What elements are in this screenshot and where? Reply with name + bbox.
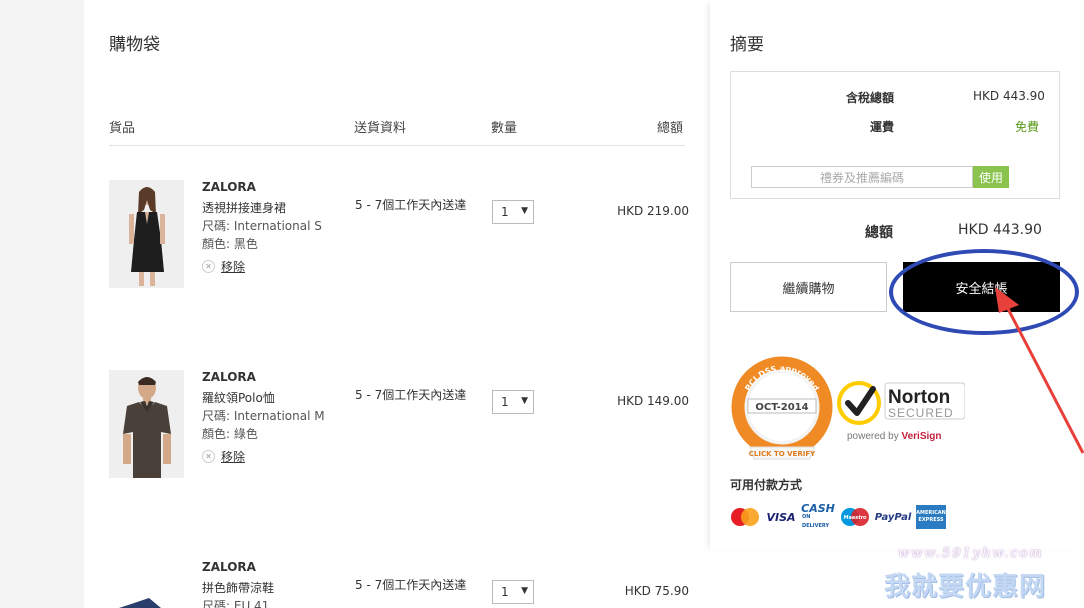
- norton-secured-text: SECURED: [888, 406, 954, 420]
- continue-shopping-button[interactable]: 繼續購物: [730, 262, 887, 312]
- summary-title: 摘要: [730, 35, 764, 55]
- quantity-value: 1: [501, 585, 509, 599]
- order-summary: 摘要 含稅總額 HKD 443.90 運費 免費 禮券及推薦編碼 使用 總額 H…: [710, 0, 1084, 550]
- delivery-info: 5 - 7個工作天內送達: [355, 578, 467, 592]
- column-header-quantity: 數量: [491, 121, 518, 136]
- payment-methods: VISA CASH ON DELIVERY Maestro PayPal AME…: [730, 501, 946, 529]
- shipping-label: 運費: [870, 120, 895, 134]
- norton-secured-badge[interactable]: Norton SECURED powered by VeriSign: [835, 375, 966, 445]
- cash-sub-text: ON DELIVERY: [802, 513, 830, 529]
- promo-code-input[interactable]: 禮券及推薦編碼: [751, 166, 973, 188]
- mastercard-icon: [730, 505, 760, 529]
- item-price: HKD 75.90: [624, 584, 689, 598]
- quantity-value: 1: [501, 205, 509, 219]
- remove-label: 移除: [221, 450, 246, 464]
- norton-powered-text: powered by: [847, 431, 901, 442]
- payment-methods-title: 可用付款方式: [730, 478, 803, 492]
- column-header-delivery: 送貨資料: [354, 121, 407, 136]
- cart-item: ZALORA 拼色飾帶涼鞋 尺碼: EU 41 5 - 7個工作天內送達 1 ▼…: [109, 560, 689, 608]
- svg-text:Maestro: Maestro: [843, 515, 867, 521]
- remove-item-button[interactable]: ✕ 移除: [202, 448, 245, 465]
- column-header-total: 總額: [657, 121, 684, 136]
- quantity-select[interactable]: 1 ▼: [492, 580, 534, 604]
- product-brand: ZALORA: [202, 180, 256, 194]
- product-image-polo[interactable]: [109, 370, 184, 478]
- product-color: 顏色: 黑色: [202, 237, 258, 251]
- subtotal-label: 含稅總額: [846, 91, 895, 105]
- item-price: HKD 219.00: [617, 204, 689, 218]
- item-price: HKD 149.00: [617, 394, 689, 408]
- maestro-icon: Maestro: [840, 505, 870, 529]
- pci-verify-text: CLICK TO VERIFY: [749, 450, 816, 458]
- secure-checkout-button[interactable]: 安全結帳: [903, 262, 1060, 312]
- norton-name: Norton: [888, 387, 950, 408]
- shopping-bag: 購物袋 貨品 送貨資料 數量 總額 ZALORA 透視拼接連身裙 尺碼: Int…: [84, 0, 710, 608]
- product-image-sandals[interactable]: [109, 560, 184, 608]
- remove-item-button[interactable]: ✕ 移除: [202, 258, 245, 275]
- watermark-url: www.591yhw.com: [898, 546, 1044, 561]
- product-size: 尺碼: International M: [202, 409, 325, 423]
- quantity-value: 1: [501, 395, 509, 409]
- quantity-select[interactable]: 1 ▼: [492, 390, 534, 414]
- paypal-icon: PayPal: [874, 511, 912, 523]
- product-size: 尺碼: EU 41: [202, 599, 270, 608]
- shipping-value: 免費: [1015, 120, 1040, 134]
- delivery-info: 5 - 7個工作天內送達: [355, 388, 467, 402]
- product-name[interactable]: 透視拼接連身裙: [202, 199, 286, 216]
- cash-on-delivery-icon: CASH ON DELIVERY: [801, 501, 835, 529]
- watermark-text: 我就要优惠网: [884, 572, 1047, 602]
- pci-dss-badge[interactable]: PCI DSS approved more security · usd OCT…: [730, 355, 834, 469]
- svg-text:powered by VeriSign: powered by VeriSign: [847, 431, 942, 442]
- cart-item: ZALORA 透視拼接連身裙 尺碼: International S 顏色: 黑…: [109, 180, 689, 300]
- watermark: www.591yhw.com 我就要优惠网: [878, 540, 1078, 606]
- product-size: 尺碼: International S: [202, 219, 322, 233]
- cart-title: 購物袋: [109, 35, 160, 55]
- close-icon: ✕: [202, 260, 215, 273]
- close-icon: ✕: [202, 450, 215, 463]
- header-divider: [109, 145, 685, 146]
- product-color: 顏色: 綠色: [202, 427, 258, 441]
- product-brand: ZALORA: [202, 370, 256, 384]
- total-label: 總額: [865, 225, 893, 241]
- cart-item: ZALORA 羅紋領Polo恤 尺碼: International M 顏色: …: [109, 370, 689, 490]
- amex-icon: AMERICAN EXPRESS: [916, 505, 946, 529]
- quantity-select[interactable]: 1 ▼: [492, 200, 534, 224]
- checkout-page: 購物袋 貨品 送貨資料 數量 總額 ZALORA 透視拼接連身裙 尺碼: Int…: [84, 0, 1084, 608]
- triangle-down-icon: ▼: [521, 206, 528, 216]
- verisign-text: VeriSign: [901, 431, 941, 442]
- pci-date: OCT-2014: [755, 402, 808, 413]
- apply-promo-button[interactable]: 使用: [973, 166, 1009, 188]
- column-header-item: 貨品: [109, 121, 136, 136]
- triangle-down-icon: ▼: [521, 396, 528, 406]
- delivery-info: 5 - 7個工作天內送達: [355, 198, 467, 212]
- total-value: HKD 443.90: [958, 222, 1042, 238]
- product-name[interactable]: 羅紋領Polo恤: [202, 389, 275, 406]
- subtotal-value: HKD 443.90: [973, 89, 1045, 103]
- product-name[interactable]: 拼色飾帶涼鞋: [202, 579, 274, 596]
- product-brand: ZALORA: [202, 560, 256, 574]
- cash-text: CASH: [801, 501, 835, 515]
- remove-label: 移除: [221, 260, 246, 274]
- product-image-dress[interactable]: [109, 180, 184, 288]
- triangle-down-icon: ▼: [521, 586, 528, 596]
- summary-box: 含稅總額 HKD 443.90 運費 免費 禮券及推薦編碼 使用: [730, 71, 1060, 199]
- visa-icon: VISA: [766, 510, 796, 524]
